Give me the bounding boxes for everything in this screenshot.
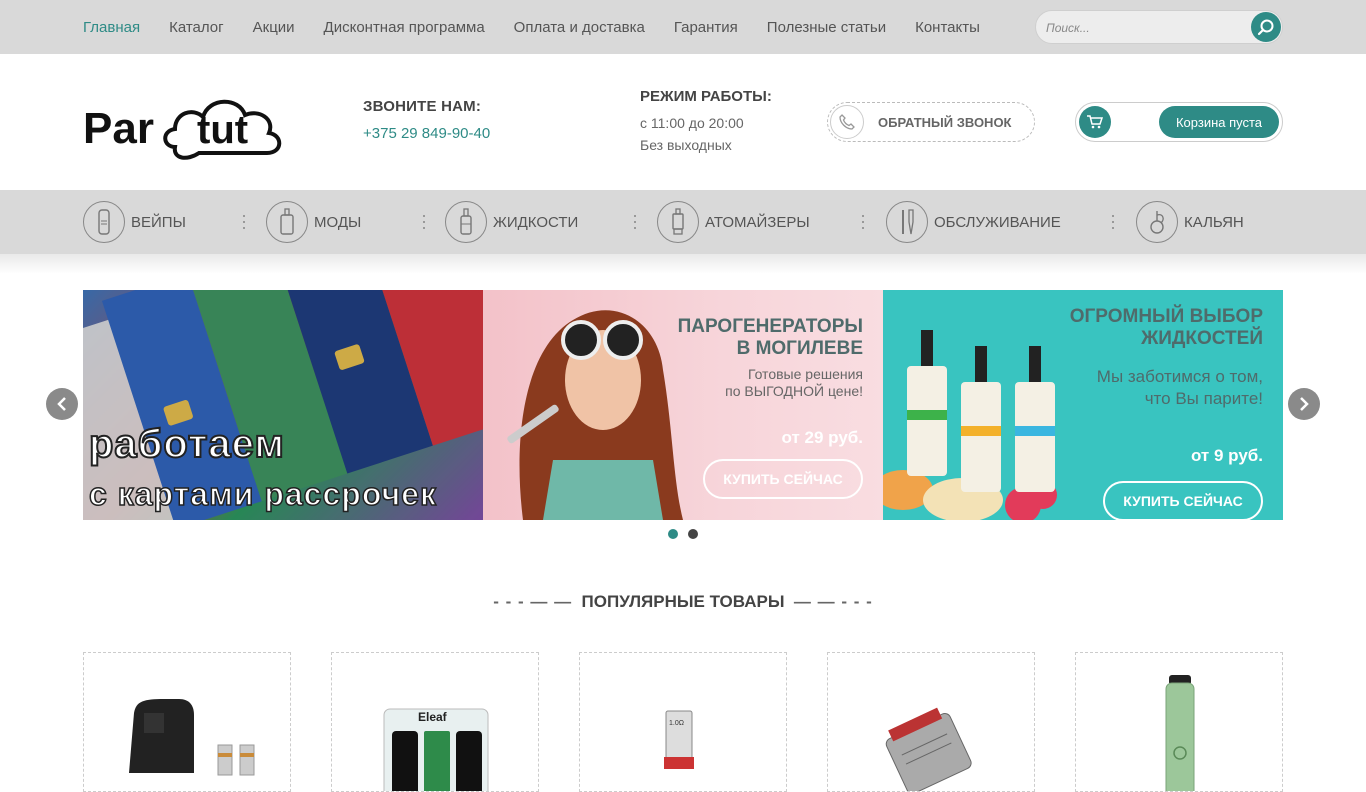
category-label: ВЕЙПЫ bbox=[131, 213, 186, 231]
category-label: КАЛЬЯН bbox=[1184, 213, 1244, 231]
category-vapes[interactable]: ВЕЙПЫ bbox=[83, 201, 186, 243]
svg-text:Par: Par bbox=[83, 104, 154, 153]
phone-link[interactable]: +375 29 849-90-40 bbox=[363, 125, 490, 142]
site-logo[interactable]: Par tut bbox=[83, 83, 293, 166]
search-button[interactable] bbox=[1251, 12, 1281, 42]
slider-prev-button[interactable] bbox=[46, 388, 78, 420]
slide-subtitle: Мы заботимся о том, что Вы парите! bbox=[1096, 367, 1263, 408]
category-mods[interactable]: МОДЫ bbox=[266, 201, 361, 243]
phone-icon bbox=[830, 105, 864, 139]
product-image bbox=[1165, 675, 1195, 791]
top-navigation: Главная Каталог Акции Дисконтная програм… bbox=[83, 0, 1009, 54]
product-card[interactable] bbox=[83, 652, 291, 792]
partut-logo: Par tut bbox=[83, 99, 282, 160]
category-service[interactable]: ОБСЛУЖИВАНИЕ bbox=[886, 201, 1061, 243]
search-input[interactable] bbox=[1046, 18, 1246, 38]
category-label: АТОМАЙЗЕРЫ bbox=[705, 213, 810, 231]
product-card[interactable]: Eleaf bbox=[331, 652, 539, 792]
category-divider bbox=[243, 215, 246, 229]
category-bar-shadow bbox=[0, 254, 1366, 274]
product-card[interactable] bbox=[827, 652, 1035, 792]
chevron-right-icon bbox=[1300, 397, 1309, 411]
category-divider bbox=[423, 215, 426, 229]
callback-label: ОБРАТНЫЙ ЗВОНОК bbox=[878, 114, 1012, 130]
buy-now-button[interactable]: КУПИТЬ СЕЙЧАС bbox=[1103, 481, 1263, 520]
category-divider bbox=[634, 215, 637, 229]
slider-next-button[interactable] bbox=[1288, 388, 1320, 420]
product-image bbox=[129, 699, 255, 776]
hours-label: РЕЖИМ РАБОТЫ: bbox=[640, 88, 772, 105]
search-icon bbox=[1257, 19, 1274, 36]
category-divider bbox=[862, 215, 865, 229]
nav-discount-program[interactable]: Дисконтная программа bbox=[324, 19, 485, 36]
slider-dot-1[interactable] bbox=[668, 529, 678, 539]
popular-products-heading: - - - — — ПОПУЛЯРНЫЕ ТОВАРЫ — — - - - bbox=[493, 592, 873, 611]
vape-icon bbox=[83, 201, 125, 243]
nav-payment-delivery[interactable]: Оплата и доставка bbox=[514, 19, 645, 36]
category-label: ОБСЛУЖИВАНИЕ bbox=[934, 213, 1061, 231]
product-card[interactable] bbox=[1075, 652, 1283, 792]
slider-dot-2[interactable] bbox=[688, 529, 698, 539]
slide-title: ОГРОМНЫЙ ВЫБОР ЖИДКОСТЕЙ bbox=[1069, 306, 1263, 349]
nav-catalog[interactable]: Каталог bbox=[169, 19, 224, 36]
category-atomizers[interactable]: АТОМАЙЗЕРЫ bbox=[657, 201, 810, 243]
nav-promotions[interactable]: Акции bbox=[253, 19, 295, 36]
hours-days: Без выходных bbox=[640, 137, 732, 153]
mod-icon bbox=[266, 201, 308, 243]
category-label: МОДЫ bbox=[314, 213, 362, 231]
product-image: Eleaf bbox=[383, 708, 489, 791]
heading-decoration-left: - - - — — bbox=[493, 592, 573, 611]
buy-now-button[interactable]: КУПИТЬ СЕЙЧАС bbox=[703, 459, 863, 499]
svg-text:1.0Ω: 1.0Ω bbox=[669, 720, 684, 727]
category-liquids[interactable]: ЖИДКОСТИ bbox=[445, 201, 578, 243]
nav-articles[interactable]: Полезные статьи bbox=[767, 19, 886, 36]
heading-decoration-right: — — - - - bbox=[793, 592, 873, 611]
liquid-bottle-icon bbox=[445, 201, 487, 243]
slide-installment-cards[interactable]: работаем с картами рассрочек bbox=[83, 290, 483, 520]
slide-liquids[interactable]: ОГРОМНЫЙ ВЫБОР ЖИДКОСТЕЙ Мы заботимся о т… bbox=[883, 290, 1283, 520]
nav-warranty[interactable]: Гарантия bbox=[674, 19, 738, 36]
slide-subtitle: Готовые решения по ВЫГОДНОЙ цене! bbox=[725, 366, 863, 399]
category-hookah[interactable]: КАЛЬЯН bbox=[1136, 201, 1244, 243]
slide-price: от 29 руб. bbox=[781, 428, 863, 447]
product-image bbox=[885, 707, 972, 791]
hookah-icon bbox=[1136, 201, 1178, 243]
svg-text:tut: tut bbox=[197, 108, 248, 152]
product-card[interactable]: 1.0Ω bbox=[579, 652, 787, 792]
tools-icon bbox=[886, 201, 928, 243]
svg-text:Eleaf: Eleaf bbox=[418, 710, 448, 724]
cart-widget[interactable]: Корзина пуста bbox=[1075, 102, 1283, 142]
slide-subheading: с картами рассрочек bbox=[88, 475, 437, 513]
product-image: 1.0Ω bbox=[664, 710, 694, 769]
atomizer-icon bbox=[657, 201, 699, 243]
hours-time: с 11:00 до 20:00 bbox=[640, 115, 744, 131]
nav-contacts[interactable]: Контакты bbox=[915, 19, 980, 36]
cart-icon bbox=[1079, 106, 1111, 138]
cart-status-button[interactable]: Корзина пуста bbox=[1159, 106, 1279, 138]
promo-slider: работаем с картами рассрочек ПАРОГЕНЕРАТ… bbox=[83, 290, 1283, 520]
chevron-left-icon bbox=[57, 397, 66, 411]
slide-heading: работаем bbox=[88, 421, 285, 467]
category-divider bbox=[1112, 215, 1115, 229]
call-us-label: ЗВОНИТЕ НАМ: bbox=[363, 98, 482, 115]
category-label: ЖИДКОСТИ bbox=[493, 213, 579, 231]
search-box bbox=[1035, 10, 1283, 44]
slide-vaporizers[interactable]: ПАРОГЕНЕРАТОРЫ В МОГИЛЕВЕ Готовые решения… bbox=[483, 290, 883, 520]
nav-home[interactable]: Главная bbox=[83, 19, 140, 36]
slide-title: ПАРОГЕНЕРАТОРЫ В МОГИЛЕВЕ bbox=[677, 316, 863, 359]
slide-price: от 9 руб. bbox=[1190, 446, 1263, 465]
callback-button[interactable]: ОБРАТНЫЙ ЗВОНОК bbox=[827, 102, 1035, 142]
